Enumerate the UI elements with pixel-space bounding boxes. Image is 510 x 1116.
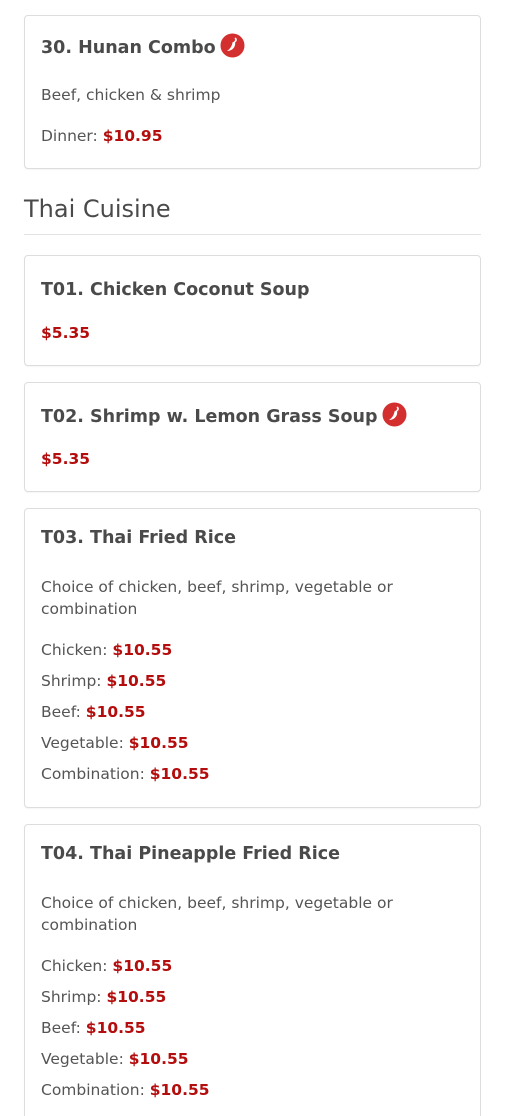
price-value: $10.55 <box>85 1019 146 1037</box>
price-row: Beef: $10.55 <box>41 1019 146 1037</box>
item-title-row: T03. Thai Fried Rice <box>41 528 236 548</box>
price-row: Shrimp: $10.55 <box>41 672 166 690</box>
menu-item-card[interactable]: T01. Chicken Coconut Soup $5.35 <box>24 255 481 366</box>
item-description: Choice of chicken, beef, shrimp, vegetab… <box>41 894 393 934</box>
price-row: Chicken: $10.55 <box>41 641 172 659</box>
price-value: $10.55 <box>149 765 210 783</box>
price-row: Dinner: $10.95 <box>41 127 163 145</box>
section-divider <box>24 234 481 235</box>
item-title: T04. Thai Pineapple Fried Rice <box>41 844 340 864</box>
price-label: Beef: <box>41 703 81 721</box>
item-title: T01. Chicken Coconut Soup <box>41 280 310 300</box>
item-title: T03. Thai Fried Rice <box>41 528 236 548</box>
price-row: Shrimp: $10.55 <box>41 988 166 1006</box>
price-label: Combination: <box>41 1081 145 1099</box>
price-value: $10.55 <box>85 703 146 721</box>
price-value: $10.55 <box>106 988 167 1006</box>
item-description: Beef, chicken & shrimp <box>41 86 221 104</box>
price-value: $5.35 <box>41 450 91 468</box>
price-value: $10.55 <box>106 672 167 690</box>
price-value: $10.55 <box>112 957 173 975</box>
price-label: Vegetable: <box>41 734 124 752</box>
menu-item-card[interactable]: T03. Thai Fried Rice Choice of chicken, … <box>24 508 481 808</box>
price-row: Vegetable: $10.55 <box>41 1050 189 1068</box>
item-description: Choice of chicken, beef, shrimp, vegetab… <box>41 578 393 618</box>
price-label: Beef: <box>41 1019 81 1037</box>
price-value: $5.35 <box>41 324 91 342</box>
price-value: $10.55 <box>128 1050 189 1068</box>
menu-page: 30. Hunan Combo Beef, chicken & shrimp D… <box>0 0 510 1116</box>
item-title: 30. Hunan Combo <box>41 37 216 58</box>
menu-item-card[interactable]: T02. Shrimp w. Lemon Grass Soup $5.35 <box>24 382 481 492</box>
item-title-row: 30. Hunan Combo <box>41 33 245 60</box>
price-row: Beef: $10.55 <box>41 703 146 721</box>
price-label: Chicken: <box>41 957 108 975</box>
spicy-pepper-icon <box>220 33 245 58</box>
price-row: $5.35 <box>41 450 90 468</box>
price-value: $10.55 <box>128 734 189 752</box>
price-row: $5.35 <box>41 324 90 342</box>
item-title-row: T02. Shrimp w. Lemon Grass Soup <box>41 402 407 429</box>
item-title-row: T01. Chicken Coconut Soup <box>41 280 310 300</box>
menu-item-card[interactable]: 30. Hunan Combo Beef, chicken & shrimp D… <box>24 15 481 169</box>
price-row: Combination: $10.55 <box>41 765 210 783</box>
spicy-pepper-icon <box>382 402 407 427</box>
price-label: Dinner: <box>41 127 98 145</box>
price-label: Chicken: <box>41 641 108 659</box>
price-label: Combination: <box>41 765 145 783</box>
price-value: $10.95 <box>102 127 163 145</box>
price-value: $10.55 <box>112 641 173 659</box>
price-label: Shrimp: <box>41 672 102 690</box>
price-row: Chicken: $10.55 <box>41 957 172 975</box>
price-value: $10.55 <box>149 1081 210 1099</box>
price-label: Shrimp: <box>41 988 102 1006</box>
menu-item-card[interactable]: T04. Thai Pineapple Fried Rice Choice of… <box>24 824 481 1116</box>
item-title-row: T04. Thai Pineapple Fried Rice <box>41 844 340 864</box>
price-label: Vegetable: <box>41 1050 124 1068</box>
item-title: T02. Shrimp w. Lemon Grass Soup <box>41 406 378 427</box>
section-title: Thai Cuisine <box>24 195 171 223</box>
price-row: Combination: $10.55 <box>41 1081 210 1099</box>
price-row: Vegetable: $10.55 <box>41 734 189 752</box>
